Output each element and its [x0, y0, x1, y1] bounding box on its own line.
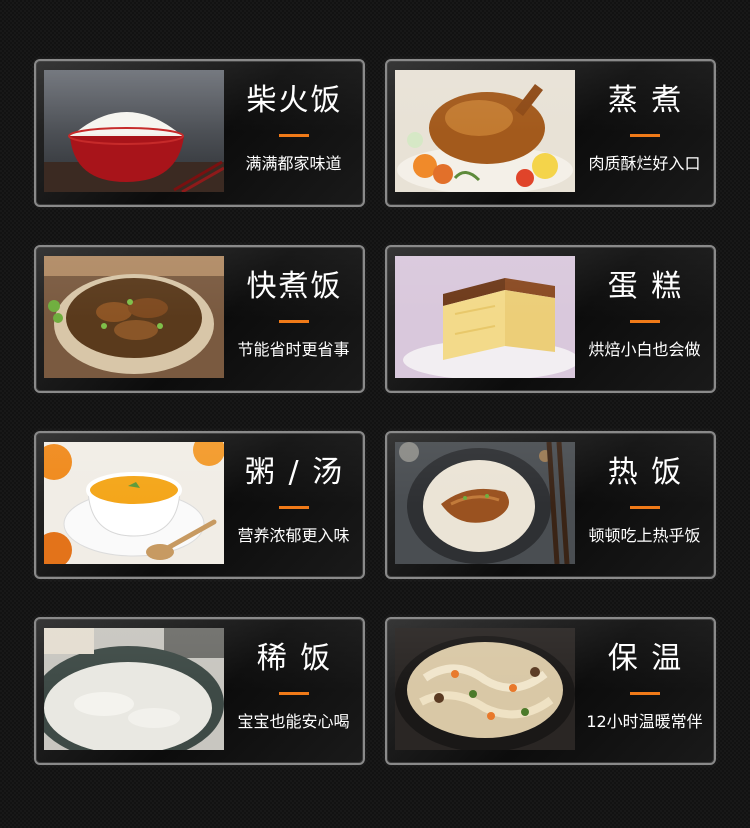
mode-card-reheat[interactable]: 热 饭 顿顿吃上热乎饭	[385, 431, 716, 579]
mode-subtitle: 满满都家味道	[245, 154, 342, 173]
mode-text: 快煮饭 节能省时更省事	[226, 247, 363, 391]
accent-divider	[630, 134, 660, 137]
mode-card-steam[interactable]: 蒸 煮 肉质酥烂好入口	[385, 59, 716, 207]
eel-on-rice-plate-photo	[395, 442, 575, 564]
mode-title: 稀 饭	[256, 641, 333, 676]
mode-title: 蒸 煮	[607, 83, 684, 118]
mode-text: 保 温 12小时温暖常伴	[577, 619, 714, 763]
mode-text: 热 饭 顿顿吃上热乎饭	[577, 433, 714, 577]
accent-divider	[630, 506, 660, 509]
accent-divider	[279, 134, 309, 137]
mode-title: 蛋 糕	[607, 269, 684, 304]
mode-card-keep-warm[interactable]: 保 温 12小时温暖常伴	[385, 617, 716, 765]
mode-card-chaihuo-rice[interactable]: 柴火饭 满满都家味道	[34, 59, 365, 207]
mode-card-cake[interactable]: 蛋 糕 烘焙小白也会做	[385, 245, 716, 393]
mode-subtitle: 肉质酥烂好入口	[588, 154, 701, 173]
page: { "modes": [ {"title": "柴火饭", "subtitle"…	[0, 0, 750, 828]
pumpkin-soup-photo	[44, 442, 224, 564]
mode-text: 粥 / 汤 营养浓郁更入味	[226, 433, 363, 577]
mode-subtitle: 12小时温暖常伴	[586, 712, 703, 731]
mode-text: 柴火饭 满满都家味道	[226, 61, 363, 205]
congee-bowl-photo	[44, 628, 224, 750]
mode-text: 蛋 糕 烘焙小白也会做	[577, 247, 714, 391]
accent-divider	[279, 320, 309, 323]
mode-subtitle: 顿顿吃上热乎饭	[588, 526, 701, 545]
mode-title: 粥 / 汤	[244, 455, 345, 490]
sponge-cake-photo	[395, 256, 575, 378]
mode-subtitle: 营养浓郁更入味	[237, 526, 350, 545]
accent-divider	[630, 692, 660, 695]
mode-card-porridge-soup[interactable]: 粥 / 汤 营养浓郁更入味	[34, 431, 365, 579]
mode-title: 热 饭	[607, 455, 684, 490]
eel-rice-pot-photo	[44, 256, 224, 378]
accent-divider	[279, 506, 309, 509]
mode-card-congee[interactable]: 稀 饭 宝宝也能安心喝	[34, 617, 365, 765]
mode-title: 柴火饭	[246, 83, 343, 118]
mode-card-quick-rice[interactable]: 快煮饭 节能省时更省事	[34, 245, 365, 393]
roast-chicken-photo	[395, 70, 575, 192]
mode-title: 快煮饭	[246, 269, 343, 304]
rice-bowl-photo	[44, 70, 224, 192]
mode-subtitle: 烘焙小白也会做	[588, 340, 701, 359]
mode-text: 稀 饭 宝宝也能安心喝	[226, 619, 363, 763]
accent-divider	[630, 320, 660, 323]
noodle-soup-pot-photo	[395, 628, 575, 750]
accent-divider	[279, 692, 309, 695]
mode-text: 蒸 煮 肉质酥烂好入口	[577, 61, 714, 205]
mode-subtitle: 节能省时更省事	[237, 340, 350, 359]
mode-subtitle: 宝宝也能安心喝	[237, 712, 350, 731]
mode-title: 保 温	[607, 641, 684, 676]
